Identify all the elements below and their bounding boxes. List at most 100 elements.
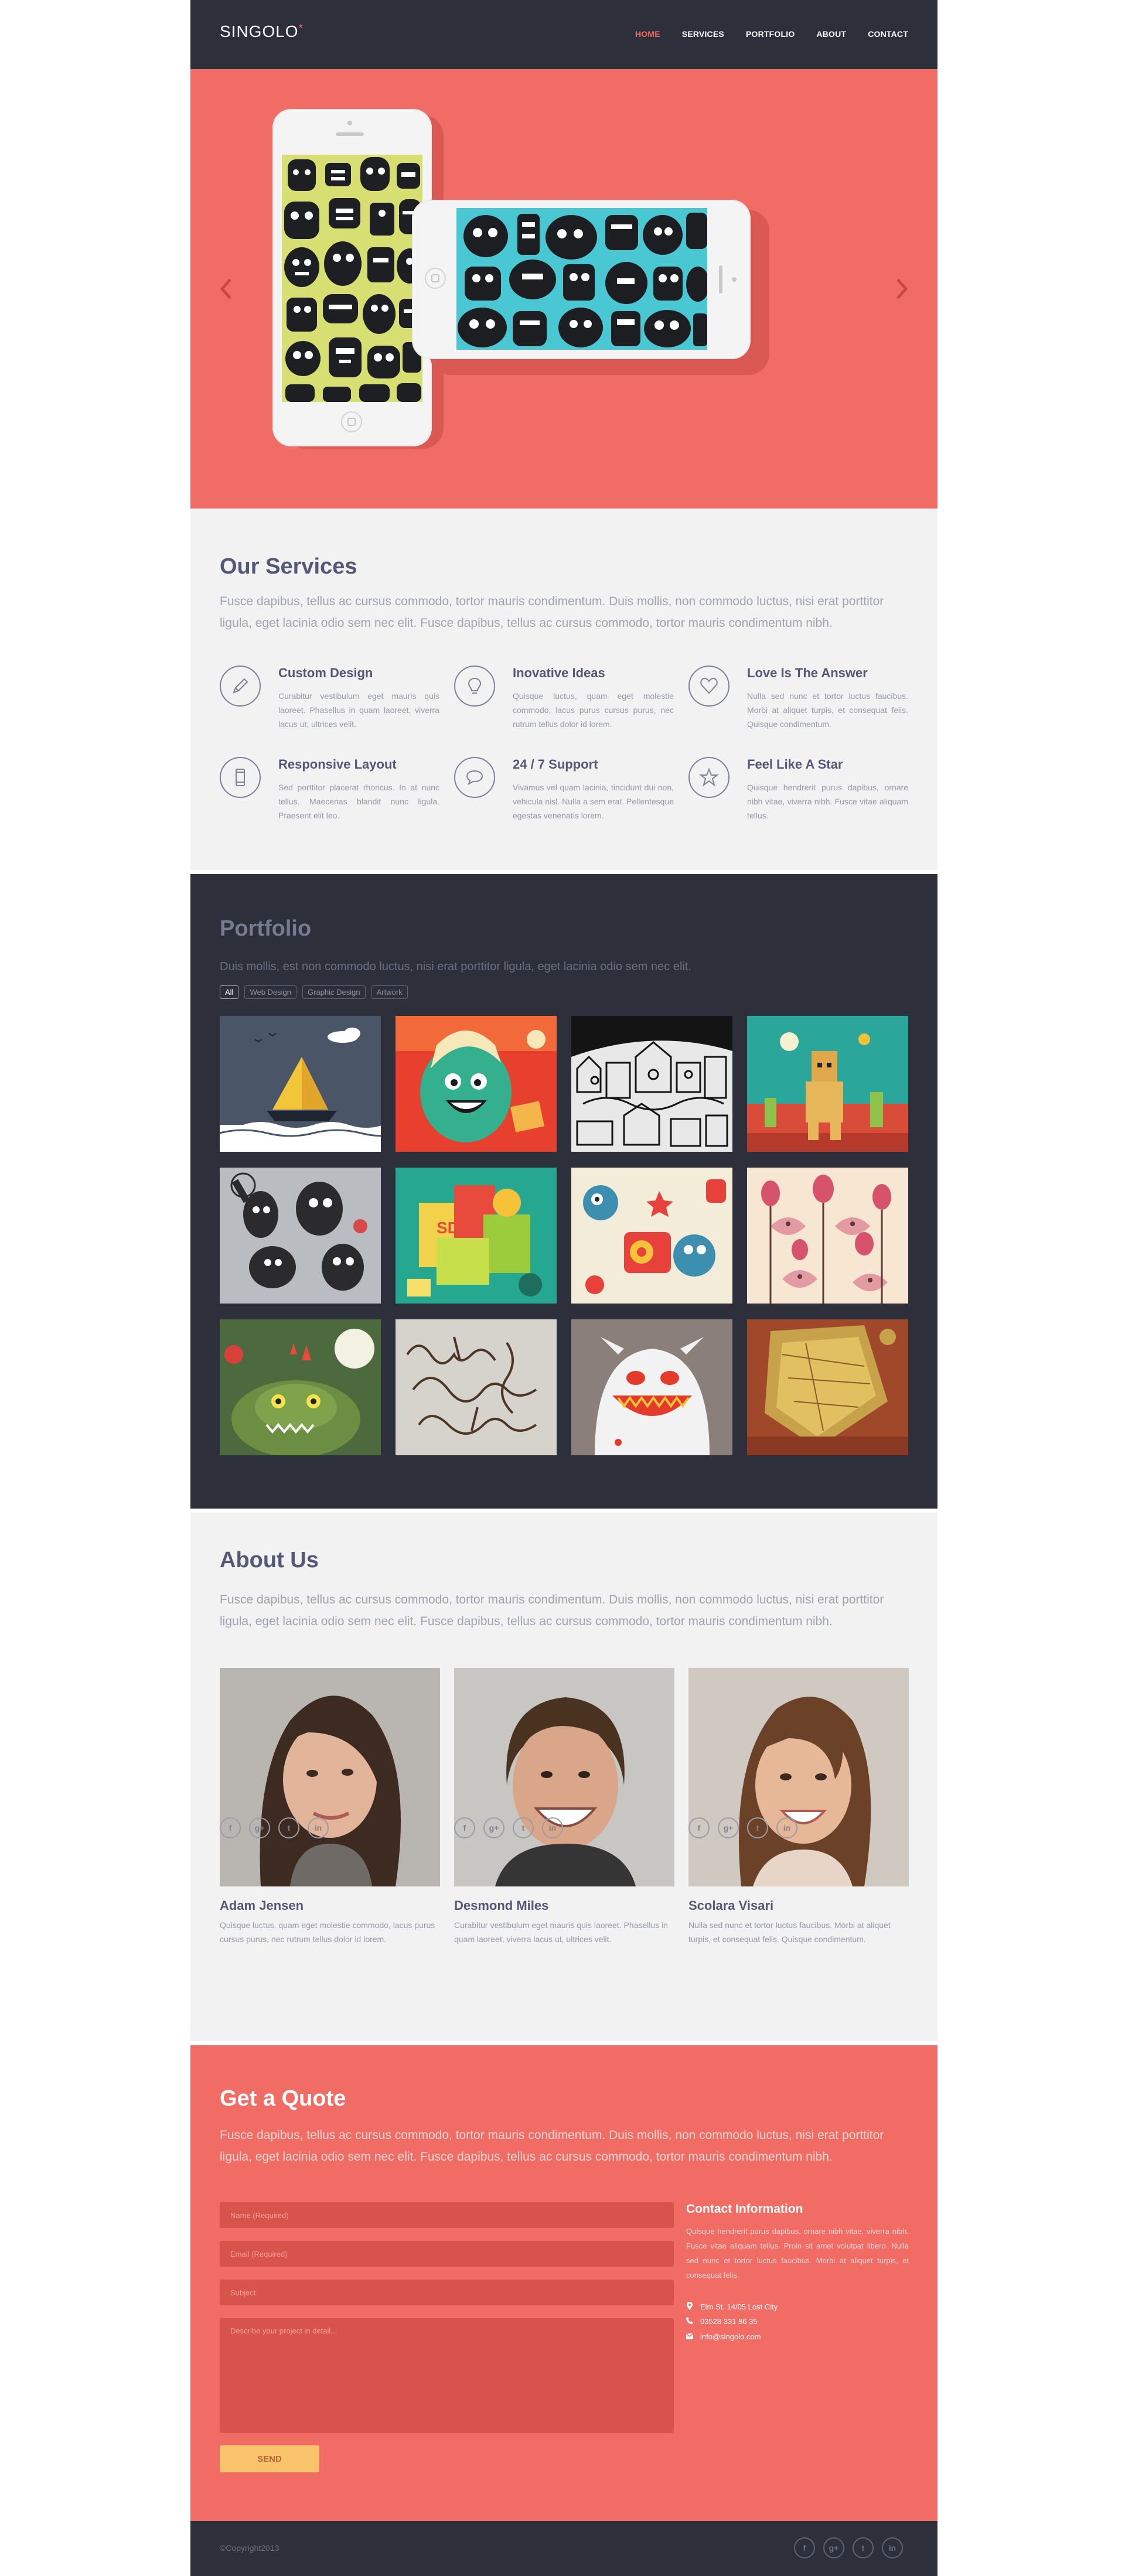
portfolio-item-golden-texture[interactable] <box>747 1319 908 1455</box>
slider <box>190 69 938 509</box>
portfolio-item-boat[interactable] <box>220 1016 381 1152</box>
filter-graphic-design[interactable]: Graphic Design <box>302 985 366 999</box>
logo[interactable]: SINGOLO* <box>220 22 304 41</box>
portfolio-filters: All Web Design Graphic Design Artwork <box>220 985 408 999</box>
footer: ©Copyright2013 f g+ t in <box>190 2521 938 2576</box>
chevron-right-icon <box>896 278 908 299</box>
nav-portfolio[interactable]: PORTFOLIO <box>746 29 795 39</box>
nav-home[interactable]: HOME <box>635 29 660 39</box>
linkedin-icon[interactable]: in <box>542 1817 563 1838</box>
slider-prev-button[interactable] <box>219 277 233 305</box>
page: SINGOLO* HOME SERVICES PORTFOLIO ABOUT C… <box>190 0 938 2576</box>
portfolio-item-robot[interactable] <box>747 1016 908 1152</box>
facebook-icon[interactable]: f <box>794 2537 815 2558</box>
twitter-icon[interactable]: t <box>513 1817 534 1838</box>
contact-phone: 03528 331 86 35 <box>686 2317 758 2326</box>
message-field[interactable] <box>220 2318 674 2433</box>
main-nav: HOME SERVICES PORTFOLIO ABOUT CONTACT <box>635 29 908 39</box>
team-member-photo <box>688 1668 909 1886</box>
google-plus-icon[interactable]: g+ <box>718 1817 739 1838</box>
service-title: Inovative Ideas <box>513 666 605 680</box>
facebook-icon[interactable]: f <box>688 1817 710 1838</box>
nav-services[interactable]: SERVICES <box>682 29 724 39</box>
nav-contact[interactable]: CONTACT <box>868 29 908 39</box>
chevron-left-icon <box>220 278 231 299</box>
team-member-photo <box>454 1668 674 1886</box>
contact-address: Elm St. 14/05 Lost City <box>686 2302 778 2312</box>
facebook-icon[interactable]: f <box>454 1817 475 1838</box>
service-title: 24 / 7 Support <box>513 757 598 772</box>
subject-field[interactable] <box>220 2280 674 2305</box>
service-text: Vivamus vel quam lacinia, tincidunt dui … <box>513 783 674 820</box>
nav-about[interactable]: ABOUT <box>816 29 846 39</box>
about-title: About Us <box>220 1548 319 1572</box>
services-title: Our Services <box>220 554 357 579</box>
team-member: Adam Jensen Quisque luctus, quam eget mo… <box>220 1668 440 1946</box>
facebook-icon[interactable]: f <box>220 1817 241 1838</box>
email-field[interactable] <box>220 2241 674 2267</box>
portfolio-description: Duis mollis, est non commodo luctus, nis… <box>220 960 691 973</box>
team-member-socials: f g+ t in <box>454 1817 563 1838</box>
portfolio-item-monster-band[interactable] <box>220 1168 381 1304</box>
portfolio-item-green-beast[interactable] <box>220 1319 381 1455</box>
portfolio-item-doodle-city[interactable] <box>571 1016 732 1152</box>
contact-info-text: Quisque hendrerit purus dapibus, ornare … <box>686 2227 909 2280</box>
twitter-icon[interactable]: t <box>853 2537 874 2558</box>
team-member-name: Scolara Visari <box>688 1898 774 1913</box>
service-item: Feel Like A Star Quisque hendrerit purus… <box>688 757 911 845</box>
quote-title: Get a Quote <box>220 2086 346 2111</box>
header: SINGOLO* HOME SERVICES PORTFOLIO ABOUT C… <box>190 0 938 69</box>
envelope-icon <box>686 2332 694 2341</box>
team-member-name: Desmond Miles <box>454 1898 549 1913</box>
linkedin-icon[interactable]: in <box>308 1817 329 1838</box>
service-text: Nulla sed nunc et tortor luctus faucibus… <box>747 691 908 729</box>
team-member-photo <box>220 1668 440 1886</box>
service-item: Responsive Layout Sed porttitor placerat… <box>220 757 442 845</box>
portfolio-item-birds[interactable] <box>747 1168 908 1304</box>
service-item: Custom Design Curabitur vestibulum eget … <box>220 666 442 753</box>
twitter-icon[interactable]: t <box>747 1817 768 1838</box>
chat-icon <box>454 757 495 798</box>
team-member-text: Curabitur vestibulum eget mauris quis la… <box>454 1920 668 1944</box>
google-plus-icon[interactable]: g+ <box>483 1817 504 1838</box>
footer-socials: f g+ t in <box>794 2537 903 2558</box>
team-member-text: Nulla sed nunc et tortor luctus faucibus… <box>688 1920 891 1944</box>
linkedin-icon[interactable]: in <box>882 2537 903 2558</box>
twitter-icon[interactable]: t <box>278 1817 299 1838</box>
send-button[interactable]: SEND <box>220 2445 319 2472</box>
services-section: Our Services Fusce dapibus, tellus ac cu… <box>190 509 938 870</box>
linkedin-icon[interactable]: in <box>776 1817 797 1838</box>
mobile-icon <box>220 757 261 798</box>
filter-web-design[interactable]: Web Design <box>244 985 297 999</box>
team-member-socials: f g+ t in <box>220 1817 329 1838</box>
google-plus-icon[interactable]: g+ <box>249 1817 270 1838</box>
contact-info-title: Contact Information <box>686 2202 803 2216</box>
service-title: Feel Like A Star <box>747 757 843 772</box>
portfolio-item-robots-play[interactable] <box>571 1168 732 1304</box>
filter-all[interactable]: All <box>220 985 239 999</box>
portfolio-item-sdk[interactable]: SDK <box>396 1168 557 1304</box>
filter-artwork[interactable]: Artwork <box>371 985 408 999</box>
services-description: Fusce dapibus, tellus ac cursus commodo,… <box>220 595 884 630</box>
service-title: Custom Design <box>278 666 373 680</box>
portfolio-item-green-monster[interactable] <box>396 1016 557 1152</box>
contact-email-text[interactable]: info@singolo.com <box>700 2332 761 2341</box>
horizontal-phone-image <box>412 200 751 359</box>
portfolio-item-calligraphy[interactable] <box>396 1319 557 1455</box>
portfolio-item-white-monster[interactable] <box>571 1319 732 1455</box>
team-member-text: Quisque luctus, quam eget molestie commo… <box>220 1920 435 1944</box>
logo-text: SINGOLO <box>220 22 299 40</box>
service-title: Love Is The Answer <box>747 666 868 680</box>
portfolio-section: Portfolio Duis mollis, est non commodo l… <box>190 874 938 1509</box>
heart-icon <box>688 666 729 707</box>
google-plus-icon[interactable]: g+ <box>823 2537 844 2558</box>
about-section: About Us Fusce dapibus, tellus ac cursus… <box>190 1513 938 2041</box>
star-icon <box>688 757 729 798</box>
lightbulb-icon <box>454 666 495 707</box>
slider-next-button[interactable] <box>895 277 909 305</box>
contact-phone-text: 03528 331 86 35 <box>700 2317 758 2326</box>
vertical-phone-image <box>272 109 432 446</box>
name-field[interactable] <box>220 2202 674 2228</box>
service-text: Sed porttitor placerat rhoncus. In at nu… <box>278 783 439 820</box>
quote-description: Fusce dapibus, tellus ac cursus commodo,… <box>220 2128 884 2164</box>
